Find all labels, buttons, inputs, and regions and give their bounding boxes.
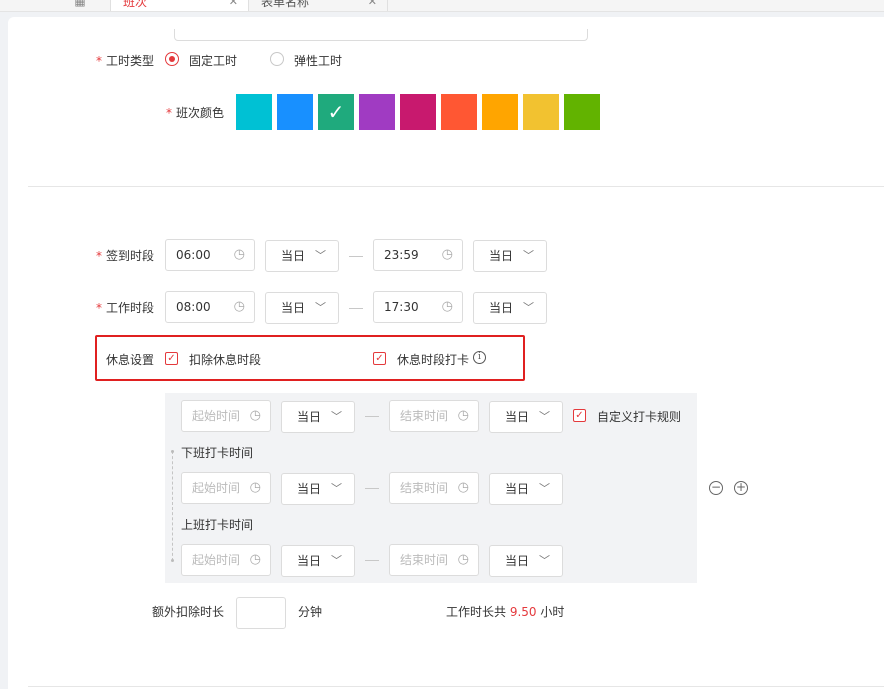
color-swatch[interactable] bbox=[441, 94, 477, 130]
tab-label: 表单名称 bbox=[261, 0, 310, 9]
color-swatch[interactable] bbox=[482, 94, 518, 130]
on-punch-time-label: 上班打卡时间 bbox=[181, 518, 254, 532]
range-dash bbox=[365, 560, 379, 561]
timeline-dot bbox=[171, 450, 174, 453]
work-end-input[interactable]: 17:30 ◷ bbox=[373, 291, 463, 323]
extra-deduct-unit: 分钟 bbox=[298, 605, 323, 619]
work-period-label: * 工作时段 bbox=[96, 301, 155, 315]
check-icon: ✓ bbox=[375, 353, 384, 364]
on-punch-end-day-select[interactable]: 当日 ﹀ bbox=[489, 545, 563, 577]
custom-punch-rule-checkbox[interactable]: ✓ bbox=[573, 409, 586, 422]
clock-icon: ◷ bbox=[249, 408, 261, 423]
shift-name-input[interactable] bbox=[174, 29, 588, 41]
shift-color-label: * 班次颜色 bbox=[166, 106, 225, 120]
work-start-day-select[interactable]: 当日 ﹀ bbox=[265, 292, 339, 324]
radio-flex-hours[interactable] bbox=[270, 52, 284, 66]
custom-punch-rule-label: 自定义打卡规则 bbox=[597, 410, 682, 424]
off-punch-start-day-select[interactable]: 当日 ﹀ bbox=[281, 473, 355, 505]
tab-shift[interactable]: 班次 ✕ bbox=[110, 0, 248, 11]
color-swatch[interactable] bbox=[523, 94, 559, 130]
color-swatch[interactable] bbox=[236, 94, 272, 130]
radio-fixed-hours-label: 固定工时 bbox=[189, 54, 238, 68]
clock-icon: ◷ bbox=[249, 552, 261, 567]
color-swatch[interactable] bbox=[359, 94, 395, 130]
add-circle-icon[interactable]: + bbox=[734, 481, 748, 495]
rest-punch-label: 休息时段打卡 bbox=[397, 353, 470, 367]
rest-punch-checkbox[interactable]: ✓ bbox=[373, 352, 386, 365]
range-dash bbox=[349, 308, 363, 309]
tab-label: 班次 bbox=[123, 0, 148, 9]
chevron-down-icon: ﹀ bbox=[331, 482, 342, 495]
section-divider bbox=[28, 686, 884, 687]
on-punch-start-input[interactable]: 起始时间 ◷ bbox=[181, 544, 271, 576]
off-punch-time-label: 下班打卡时间 bbox=[181, 446, 254, 460]
chevron-down-icon: ﹀ bbox=[331, 410, 342, 423]
deduct-rest-checkbox[interactable]: ✓ bbox=[165, 352, 178, 365]
close-icon[interactable]: ✕ bbox=[368, 0, 377, 11]
color-swatch[interactable]: ✓ bbox=[318, 94, 354, 130]
check-icon: ✓ bbox=[167, 353, 176, 364]
clock-icon: ◷ bbox=[233, 247, 245, 262]
tab-form-name[interactable]: 表单名称 ✕ bbox=[248, 0, 388, 11]
rest-end-input[interactable]: 结束时间 ◷ bbox=[389, 400, 479, 432]
radio-flex-hours-label: 弹性工时 bbox=[294, 54, 343, 68]
clock-icon: ◷ bbox=[249, 480, 261, 495]
total-hours-summary: 工作时长共 9.50 小时 bbox=[446, 605, 565, 619]
chevron-down-icon: ﹀ bbox=[331, 554, 342, 567]
color-swatch[interactable] bbox=[564, 94, 600, 130]
work-type-label: * 工时类型 bbox=[96, 54, 155, 68]
chevron-down-icon: ﹀ bbox=[315, 249, 326, 262]
color-swatch[interactable] bbox=[400, 94, 436, 130]
remove-circle-icon[interactable]: − bbox=[709, 481, 723, 495]
rest-start-input[interactable]: 起始时间 ◷ bbox=[181, 400, 271, 432]
work-end-day-select[interactable]: 当日 ﹀ bbox=[473, 292, 547, 324]
checkin-period-label: * 签到时段 bbox=[96, 249, 155, 263]
clock-icon: ◷ bbox=[441, 299, 453, 314]
clock-icon: ◷ bbox=[441, 247, 453, 262]
rest-setting-label: 休息设置 bbox=[106, 353, 155, 367]
chevron-down-icon: ﹀ bbox=[315, 301, 326, 314]
color-swatch[interactable] bbox=[277, 94, 313, 130]
clock-icon: ◷ bbox=[457, 408, 469, 423]
check-icon: ✓ bbox=[327, 100, 345, 124]
range-dash bbox=[365, 416, 379, 417]
chevron-down-icon: ﹀ bbox=[523, 301, 534, 314]
checkin-end-day-select[interactable]: 当日 ﹀ bbox=[473, 240, 547, 272]
off-punch-start-input[interactable]: 起始时间 ◷ bbox=[181, 472, 271, 504]
checkin-start-input[interactable]: 06:00 ◷ bbox=[165, 239, 255, 271]
total-hours-value: 9.50 bbox=[509, 605, 537, 619]
clock-icon: ◷ bbox=[457, 480, 469, 495]
rest-start-day-select[interactable]: 当日 ﹀ bbox=[281, 401, 355, 433]
clock-icon: ◷ bbox=[457, 552, 469, 567]
work-start-input[interactable]: 08:00 ◷ bbox=[165, 291, 255, 323]
chevron-down-icon: ﹀ bbox=[539, 482, 550, 495]
tab-bar: ▦ 班次 ✕ 表单名称 ✕ bbox=[0, 0, 884, 12]
chevron-down-icon: ﹀ bbox=[539, 554, 550, 567]
clock-icon: ◷ bbox=[233, 299, 245, 314]
deduct-rest-label: 扣除休息时段 bbox=[189, 353, 262, 367]
check-icon: ✓ bbox=[575, 410, 584, 421]
off-punch-end-input[interactable]: 结束时间 ◷ bbox=[389, 472, 479, 504]
timeline-dot bbox=[171, 559, 174, 562]
range-dash bbox=[365, 488, 379, 489]
extra-deduct-input[interactable] bbox=[236, 597, 286, 629]
home-grid-icon[interactable]: ▦ bbox=[60, 0, 100, 11]
rest-end-day-select[interactable]: 当日 ﹀ bbox=[489, 401, 563, 433]
checkin-start-day-select[interactable]: 当日 ﹀ bbox=[265, 240, 339, 272]
extra-deduct-label: 额外扣除时长 bbox=[152, 605, 225, 619]
timeline-line bbox=[172, 451, 173, 561]
on-punch-end-input[interactable]: 结束时间 ◷ bbox=[389, 544, 479, 576]
chevron-down-icon: ﹀ bbox=[523, 249, 534, 262]
range-dash bbox=[349, 256, 363, 257]
section-divider bbox=[28, 186, 884, 187]
radio-fixed-hours[interactable] bbox=[165, 52, 179, 66]
on-punch-start-day-select[interactable]: 当日 ﹀ bbox=[281, 545, 355, 577]
off-punch-end-day-select[interactable]: 当日 ﹀ bbox=[489, 473, 563, 505]
close-icon[interactable]: ✕ bbox=[229, 0, 238, 11]
chevron-down-icon: ﹀ bbox=[539, 410, 550, 423]
info-icon[interactable]: i bbox=[473, 351, 486, 364]
checkin-end-input[interactable]: 23:59 ◷ bbox=[373, 239, 463, 271]
